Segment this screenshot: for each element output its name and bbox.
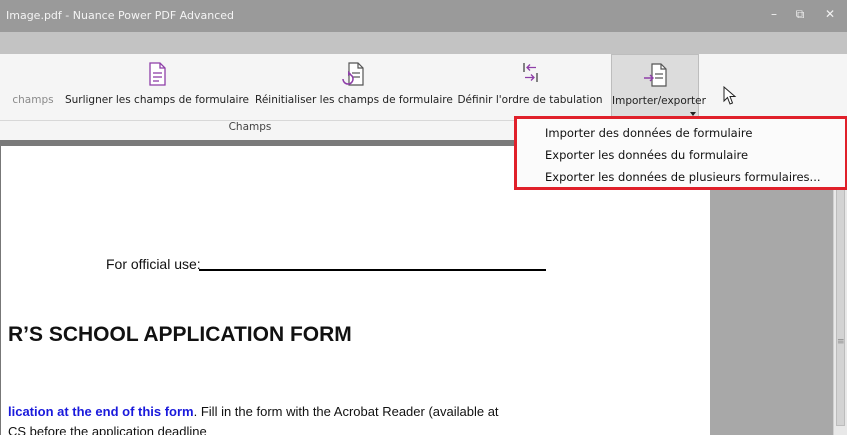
official-use-label: For official use: xyxy=(106,256,201,272)
scrollbar-grip-icon: ≡ xyxy=(837,337,845,347)
import-export-icon xyxy=(644,63,667,87)
menu-item-export-multiple-forms[interactable]: Exporter les données de plusieurs formul… xyxy=(545,170,821,184)
mouse-cursor-icon xyxy=(723,86,737,105)
app-window: Image.pdf - Nuance Power PDF Advanced – … xyxy=(0,0,847,435)
restore-button[interactable]: ⧉ xyxy=(789,7,811,22)
ribbon-button-fields-partial[interactable]: champs xyxy=(8,54,58,120)
import-export-dropdown-menu: Importer des données de formulaire Expor… xyxy=(514,116,847,190)
ribbon-button-label: Réinitialiser les champs de formulaire xyxy=(255,94,453,106)
import-export-button[interactable]: Importer/exporter xyxy=(611,54,706,120)
instruction-link[interactable]: lication at the end of this form xyxy=(8,404,194,419)
ribbon-button-label: Importer/exporter xyxy=(612,95,706,107)
reset-fields-button[interactable]: Réinitialiser les champs de formulaire xyxy=(255,54,453,120)
highlight-fields-icon xyxy=(149,62,166,86)
title-bar: Image.pdf - Nuance Power PDF Advanced – … xyxy=(0,0,847,32)
highlight-fields-button[interactable]: Surligner les champs de formulaire xyxy=(64,54,250,120)
instruction-paragraph: lication at the end of this form. Fill i… xyxy=(8,404,499,419)
tab-order-icon xyxy=(523,63,538,82)
menu-item-import-form-data[interactable]: Importer des données de formulaire xyxy=(545,126,752,140)
close-button[interactable]: ✕ xyxy=(819,7,841,21)
tab-order-button[interactable]: Définir l'ordre de tabulation xyxy=(455,54,605,120)
instruction-text: . Fill in the form with the Acrobat Read… xyxy=(193,404,499,419)
ribbon-button-label: champs xyxy=(12,94,54,106)
ribbon-button-label: Définir l'ordre de tabulation xyxy=(457,94,603,106)
scrollbar-thumb[interactable] xyxy=(836,186,845,426)
instruction-paragraph-line2: CS before the application deadline xyxy=(8,424,207,435)
minimize-button[interactable]: – xyxy=(763,7,785,21)
window-title: Image.pdf - Nuance Power PDF Advanced xyxy=(6,9,234,22)
reset-fields-icon xyxy=(342,62,364,86)
ribbon-group-label: Champs xyxy=(228,121,272,133)
form-heading: R’S SCHOOL APPLICATION FORM xyxy=(8,323,352,346)
ribbon-tab-band xyxy=(0,32,847,54)
menu-item-export-form-data[interactable]: Exporter les données du formulaire xyxy=(545,148,748,162)
official-use-line xyxy=(199,269,546,271)
ribbon-button-label: Surligner les champs de formulaire xyxy=(64,94,250,106)
